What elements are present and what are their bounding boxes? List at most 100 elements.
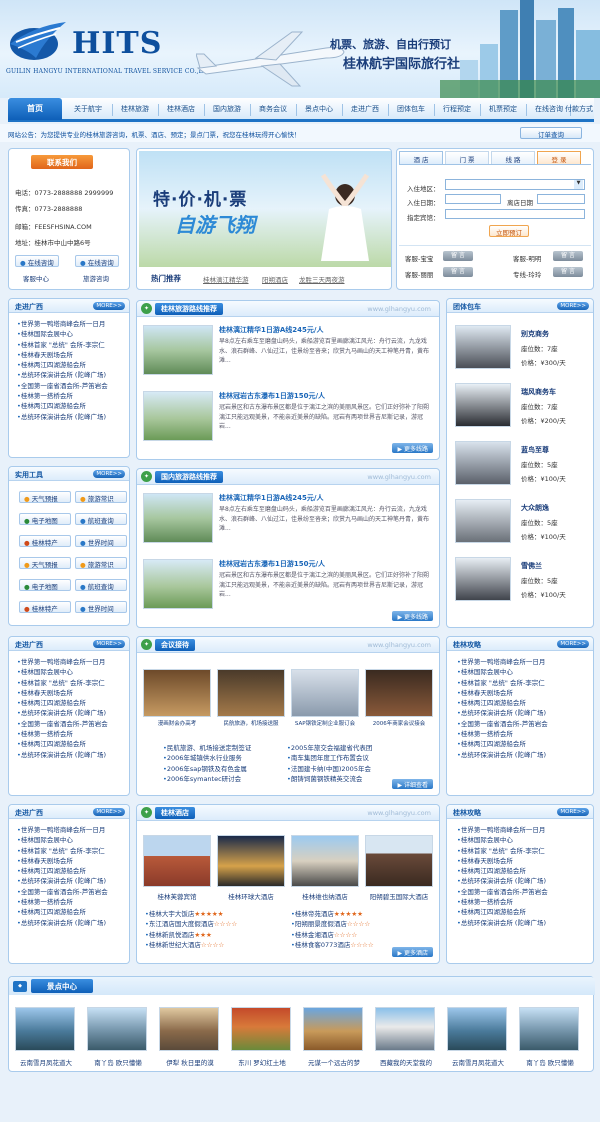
tool-flight[interactable]: ● 航班查询 xyxy=(75,513,127,525)
car-photo[interactable] xyxy=(455,499,511,543)
list-item[interactable]: 桂林国际会展中心 xyxy=(17,835,108,845)
nav-item-meeting[interactable]: 商务会议 xyxy=(254,104,292,114)
list-item[interactable]: 2006年symantec研讨会 xyxy=(163,774,251,784)
list-item[interactable]: 全国第一座省酒会所-芦笛岩会 xyxy=(17,719,108,729)
list-item[interactable]: 阳朔丽景度假酒店☆☆☆☆ xyxy=(291,919,374,929)
scenic-caption[interactable]: 元谋一个远古的梦 xyxy=(299,1057,369,1067)
order-query-button[interactable]: 订单查询 xyxy=(520,127,582,139)
list-item[interactable]: 总统环保演讲会所 (陀峰广场) xyxy=(17,918,108,928)
list-item[interactable]: 总统环保演讲会所 (陀峰广场) xyxy=(17,708,108,718)
tab-route[interactable]: 线 路 xyxy=(491,151,535,164)
checkout-date-input[interactable] xyxy=(537,194,585,204)
scenic-photo[interactable] xyxy=(87,1007,147,1051)
list-item[interactable]: 桂林春天剧场会所 xyxy=(457,688,548,698)
list-item[interactable]: 桂林国际会展中心 xyxy=(457,835,548,845)
car-name[interactable]: 雪佛兰 xyxy=(521,561,542,571)
service-message-button-4[interactable]: 留 言 xyxy=(553,267,583,277)
meeting-photo[interactable] xyxy=(143,669,211,717)
scenic-photo[interactable] xyxy=(519,1007,579,1051)
more-link[interactable]: MORE>> xyxy=(93,470,125,478)
scenic-caption[interactable]: 云南雪月凤花道大 xyxy=(443,1057,513,1067)
list-item[interactable]: 总统环保演讲会所 (陀峰广场) xyxy=(17,876,108,886)
list-item[interactable]: 总统环保演讲会所 (陀峰广场) xyxy=(17,370,108,380)
tool-weather[interactable]: ● 天气预报 xyxy=(19,491,71,503)
list-item[interactable]: 桂林两江四湖游船会所 xyxy=(457,907,548,917)
tool-travel-tips[interactable]: ● 旅游常识 xyxy=(75,557,127,569)
more-link[interactable]: MORE>> xyxy=(93,808,125,816)
tool-travel-tips[interactable]: ● 旅游常识 xyxy=(75,491,127,503)
more-link[interactable]: MORE>> xyxy=(93,302,125,310)
meeting-photo[interactable] xyxy=(217,669,285,717)
service-message-button-3[interactable]: 留 言 xyxy=(443,267,473,277)
nav-item-guilin-tour[interactable]: 桂林旅游 xyxy=(116,104,154,114)
scenic-photo[interactable] xyxy=(231,1007,291,1051)
car-name[interactable]: 瑞风商务车 xyxy=(521,387,556,397)
route-photo[interactable] xyxy=(143,325,213,375)
list-item[interactable]: 2005年旅交会福建省代表团 xyxy=(287,743,373,753)
list-item[interactable]: 东江酒店国大度假酒店☆☆☆☆ xyxy=(145,919,237,929)
list-item[interactable]: 桂林国际会展中心 xyxy=(17,667,108,677)
car-name[interactable]: 别克商务 xyxy=(521,329,549,339)
list-item[interactable]: 桂林金湘酒店☆☆☆☆ xyxy=(291,930,374,940)
car-photo[interactable] xyxy=(455,383,511,427)
hot-link-1[interactable]: 桂林漓江精华游 xyxy=(203,274,249,284)
service-message-button-1[interactable]: 留 言 xyxy=(443,251,473,261)
list-item[interactable]: 桂林春天剧场会所 xyxy=(17,688,108,698)
scenic-caption[interactable]: 南丫岛 欧只懂懒 xyxy=(515,1057,585,1067)
list-item[interactable]: 桂林新世纪大酒店☆☆☆☆ xyxy=(145,940,237,950)
nav-item-guangxi[interactable]: 走进广西 xyxy=(346,104,384,114)
more-hotels-button[interactable]: ▶ 更多酒店 xyxy=(392,947,433,957)
tool-specialty[interactable]: ● 桂林特产 xyxy=(19,601,71,613)
hotel-photo[interactable] xyxy=(217,835,285,887)
list-item[interactable]: 法国建卡纳(中国)2005年会 xyxy=(287,764,372,774)
list-item[interactable]: 桂林国际会展中心 xyxy=(457,667,548,677)
list-item[interactable]: 桂林第一搭桥会所 xyxy=(457,729,548,739)
list-item[interactable]: 总统环保演讲会所 (陀峰广场) xyxy=(457,918,548,928)
nav-item-scenic[interactable]: 景点中心 xyxy=(300,104,338,114)
more-routes-button[interactable]: ▶ 更多线路 xyxy=(392,443,433,453)
nav-item-itinerary[interactable]: 行程预定 xyxy=(438,104,476,114)
list-item[interactable]: 桂林两江四湖游船会所 xyxy=(457,866,548,876)
checkin-area-select[interactable]: ▼ xyxy=(445,179,585,190)
list-item[interactable]: 桂林首家 "总统" 会所-李宗仁 xyxy=(17,678,108,688)
list-item[interactable]: 世界第一鸭塔商峰会所一日月 xyxy=(17,319,108,329)
meeting-photo[interactable] xyxy=(291,669,359,717)
tool-specialty[interactable]: ● 桂林特产 xyxy=(19,535,71,547)
car-name[interactable]: 大众朗逸 xyxy=(521,503,549,513)
list-item[interactable]: 世界第一鸭塔商峰会所一日月 xyxy=(17,825,108,835)
scenic-caption[interactable]: 西藏我的天堂我的 xyxy=(371,1057,441,1067)
list-item[interactable]: 桂林两江四湖游船会所 xyxy=(17,401,108,411)
tool-world-time[interactable]: ● 世界时间 xyxy=(75,601,127,613)
tool-weather[interactable]: ● 天气预报 xyxy=(19,557,71,569)
route-title[interactable]: 桂林漓江精华1日游A线245元/人 xyxy=(219,325,323,335)
car-photo[interactable] xyxy=(455,325,511,369)
checkin-date-input[interactable] xyxy=(445,194,501,204)
meeting-photo[interactable] xyxy=(365,669,433,717)
more-link[interactable]: MORE>> xyxy=(557,302,589,310)
list-item[interactable]: 总统环保演讲会所 (陀峰广场) xyxy=(17,750,108,760)
list-item[interactable]: 桂林第一搭桥会所 xyxy=(17,897,108,907)
nav-item-flight[interactable]: 机票预定 xyxy=(484,104,522,114)
hotel-name-input[interactable] xyxy=(445,209,585,219)
list-item[interactable]: 世界第一鸭塔商峰会所一日月 xyxy=(457,825,548,835)
hotel-photo[interactable] xyxy=(143,835,211,887)
scenic-photo[interactable] xyxy=(447,1007,507,1051)
consult-button-1[interactable]: ● 在线咨询 xyxy=(15,255,59,267)
list-item[interactable]: 总统环保演讲会所 (陀峰广场) xyxy=(17,412,108,422)
tab-ticket[interactable]: 门 票 xyxy=(445,151,489,164)
list-item[interactable]: 桂林两江四湖游船会所 xyxy=(17,907,108,917)
more-link[interactable]: MORE>> xyxy=(93,640,125,648)
car-photo[interactable] xyxy=(455,557,511,601)
tab-hotel[interactable]: 酒 店 xyxy=(399,151,443,164)
list-item[interactable]: 桂林两江四湖游船会所 xyxy=(457,739,548,749)
list-item[interactable]: 桂林两江四湖游船会所 xyxy=(17,360,108,370)
book-now-button[interactable]: 立即预订 xyxy=(489,225,529,237)
route-photo[interactable] xyxy=(143,391,213,441)
list-item[interactable]: 桂林首家 "总统" 会所-李宗仁 xyxy=(457,678,548,688)
nav-item-about[interactable]: 关于航宇 xyxy=(68,104,108,114)
list-item[interactable]: 总统环保演讲会所 (陀峰广场) xyxy=(457,876,548,886)
hot-link-3[interactable]: 龙胜三天两夜游 xyxy=(299,274,345,284)
service-message-button-2[interactable]: 留 言 xyxy=(553,251,583,261)
list-item[interactable]: 桂林大宇大饭店★★★★★ xyxy=(145,909,237,919)
scenic-photo[interactable] xyxy=(303,1007,363,1051)
